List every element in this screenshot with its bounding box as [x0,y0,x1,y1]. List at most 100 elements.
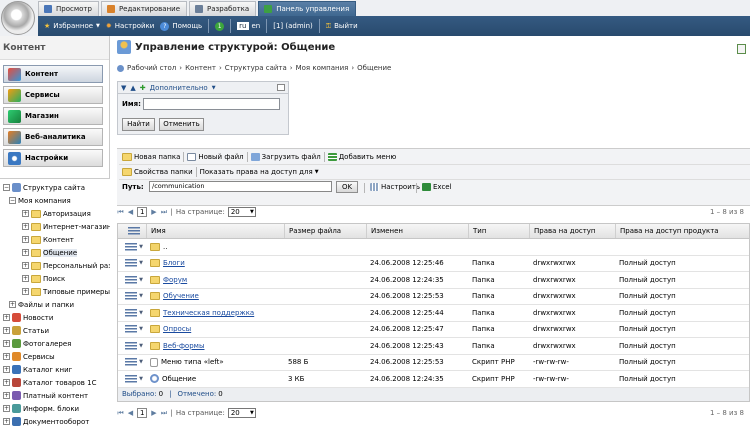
help-link[interactable]: ? Помощь [160,21,202,31]
last-page-icon[interactable]: ⏭ [160,409,167,418]
column-size[interactable]: Размер файла [284,224,366,238]
table-row[interactable]: ▼ Форум 24.06.2008 12:24:35 Папка drwxrwxrwx… [118,272,749,289]
tab-develop[interactable]: Разработка [189,1,257,16]
sidebar-button-services[interactable]: Сервисы [3,86,103,104]
tree-item-site-structure[interactable]: − Структура сайта [3,181,85,194]
tree-item-auth[interactable]: + Авторизация [22,207,91,220]
breadcrumb-item[interactable]: Моя компания [296,64,349,72]
add-menu-button[interactable]: Добавить меню [325,153,400,161]
settings-link[interactable]: ✹ Настройки [106,22,154,30]
prev-page-icon[interactable]: ◀ [127,208,134,217]
row-actions[interactable]: ▼ [118,305,146,321]
table-row[interactable]: ▼ Обучение 24.06.2008 12:25:53 Папка drwxrwx… [118,289,749,305]
lang-en[interactable]: en [252,22,261,30]
tree-item-eshop[interactable]: + Интернет-магазин [22,220,110,233]
tab-control-panel[interactable]: Панель управления [258,1,357,16]
row-actions[interactable]: ▼ [118,338,146,354]
page-number[interactable]: 1 [137,408,148,418]
minimize-icon[interactable] [277,84,285,91]
row-actions[interactable]: ▼ [118,289,146,305]
sidebar-button-settings[interactable]: Настройки [3,149,103,167]
cancel-button[interactable]: Отменить [159,118,204,131]
find-button[interactable]: Найти [122,118,155,131]
page-number[interactable]: 1 [137,207,148,217]
tree-item-paid-content[interactable]: + Платный контент [3,389,88,402]
table-row[interactable]: ▼ Техническая поддержка 24.06.2008 12:25:4… [118,305,749,322]
update-button[interactable]: 1 [215,21,225,31]
table-row[interactable]: ▼ Веб-формы 24.06.2008 12:25:43 Папка drwxrw… [118,338,749,355]
filter-add-button[interactable]: Дополнительно [150,84,208,92]
row-actions[interactable]: ▼ [118,371,146,387]
last-page-icon[interactable]: ⏭ [160,208,167,217]
item-name-link[interactable]: Обучение [163,292,199,300]
tree-item-files[interactable]: + Файлы и папки [9,298,74,311]
tree-item-books[interactable]: + Каталог книг [3,363,72,376]
row-actions[interactable]: ▼ [118,322,146,338]
configure-button[interactable]: Настроить [367,183,423,191]
upload-button[interactable]: Загрузить файл [248,153,324,161]
logo-button[interactable] [1,1,35,35]
arrow-down-icon[interactable]: ▼ [121,84,126,92]
item-name-link[interactable]: Веб-формы [163,342,204,350]
per-page-select[interactable]: 20 ▼ [227,408,256,418]
item-name-link[interactable]: Форум [163,276,187,284]
table-row[interactable]: ▼ Общение 3 КБ 24.06.2008 12:24:35 Скрипт PH… [118,371,749,388]
tab-view[interactable]: Просмотр [38,1,99,16]
column-modified[interactable]: Изменен [366,224,468,238]
tab-edit[interactable]: Редактирование [100,1,188,16]
next-page-icon[interactable]: ▶ [150,208,157,217]
export-icon[interactable] [737,44,746,54]
table-row[interactable]: ▼ Блоги 24.06.2008 12:25:46 Папка drwxrwxrwx… [118,256,749,272]
excel-button[interactable]: Excel [419,183,455,191]
favorites-menu[interactable]: ★ Избранное ▼ [44,22,100,30]
item-name-link[interactable]: Техническая поддержка [163,309,254,317]
per-page-select[interactable]: 20 ▼ [227,207,256,217]
row-actions[interactable]: ▼ [118,239,146,255]
tree-item-communication[interactable]: + Общение [22,246,78,259]
tree-item-catalog-1c[interactable]: + Каталог товаров 1С [3,376,96,389]
tree-item-examples[interactable]: + Типовые примеры [22,285,110,298]
next-page-icon[interactable]: ▶ [150,409,157,418]
sidebar-button-analytics[interactable]: Веб-аналитика [3,128,103,146]
name-filter-input[interactable] [143,98,280,110]
row-actions[interactable]: ▼ [118,256,146,272]
column-rights[interactable]: Права на доступ [529,224,615,238]
path-input[interactable]: /communication [149,181,332,192]
item-name-link[interactable]: Блоги [163,259,185,267]
table-row-up[interactable]: ▼ .. [118,239,749,256]
breadcrumb-item[interactable]: Контент [185,64,216,72]
table-row[interactable]: ▼ Опросы 24.06.2008 12:25:47 Папка drwxrwxrw… [118,322,749,338]
tree-item-content[interactable]: + Контент [22,233,74,246]
tree-item-gallery[interactable]: + Фотогалерея [3,337,71,350]
new-folder-button[interactable]: Новая папка [119,153,183,161]
first-page-icon[interactable]: ⏮ [117,409,124,418]
tree-item-workflow[interactable]: + Документооборот [3,415,89,428]
tree-item-search[interactable]: + Поиск [22,272,65,285]
menu-icon[interactable] [128,227,140,235]
row-actions[interactable]: ▼ [118,272,146,288]
ok-button[interactable]: OK [336,181,358,193]
breadcrumb-item[interactable]: Структура сайта [225,64,287,72]
up-level-link[interactable]: .. [146,239,284,255]
table-row[interactable]: ▼ Меню типа «left» 588 Б 24.06.2008 12:25:5… [118,355,749,371]
tree-item-services[interactable]: + Сервисы [3,350,55,363]
tree-item-news[interactable]: + Новости [3,311,53,324]
item-name-link[interactable]: Опросы [163,325,191,333]
tree-item-my-company[interactable]: − Моя компания [9,194,71,207]
user-link[interactable]: [1] (admin) [273,22,313,30]
row-actions[interactable]: ▼ [118,355,146,371]
tree-item-personal[interactable]: + Персональный раз [22,259,110,272]
sidebar-button-shop[interactable]: Магазин [3,107,103,125]
breadcrumb-item[interactable]: Рабочий стол [127,64,176,72]
logout-link[interactable]: ⚿ Выйти [326,22,358,31]
arrow-up-icon[interactable]: ▲ [130,84,135,92]
new-file-button[interactable]: Новый файл [184,153,246,161]
show-rights-dropdown[interactable]: Показать права на доступ для ▼ [197,168,322,176]
prev-page-icon[interactable]: ◀ [127,409,134,418]
column-type[interactable]: Тип [468,224,529,238]
folder-properties-button[interactable]: Свойства папки [119,167,196,176]
sidebar-button-content[interactable]: Контент [3,65,103,83]
tree-item-iblocks[interactable]: + Информ. блоки [3,402,79,415]
column-product-rights[interactable]: Права на доступ продукта [615,224,750,238]
first-page-icon[interactable]: ⏮ [117,208,124,217]
